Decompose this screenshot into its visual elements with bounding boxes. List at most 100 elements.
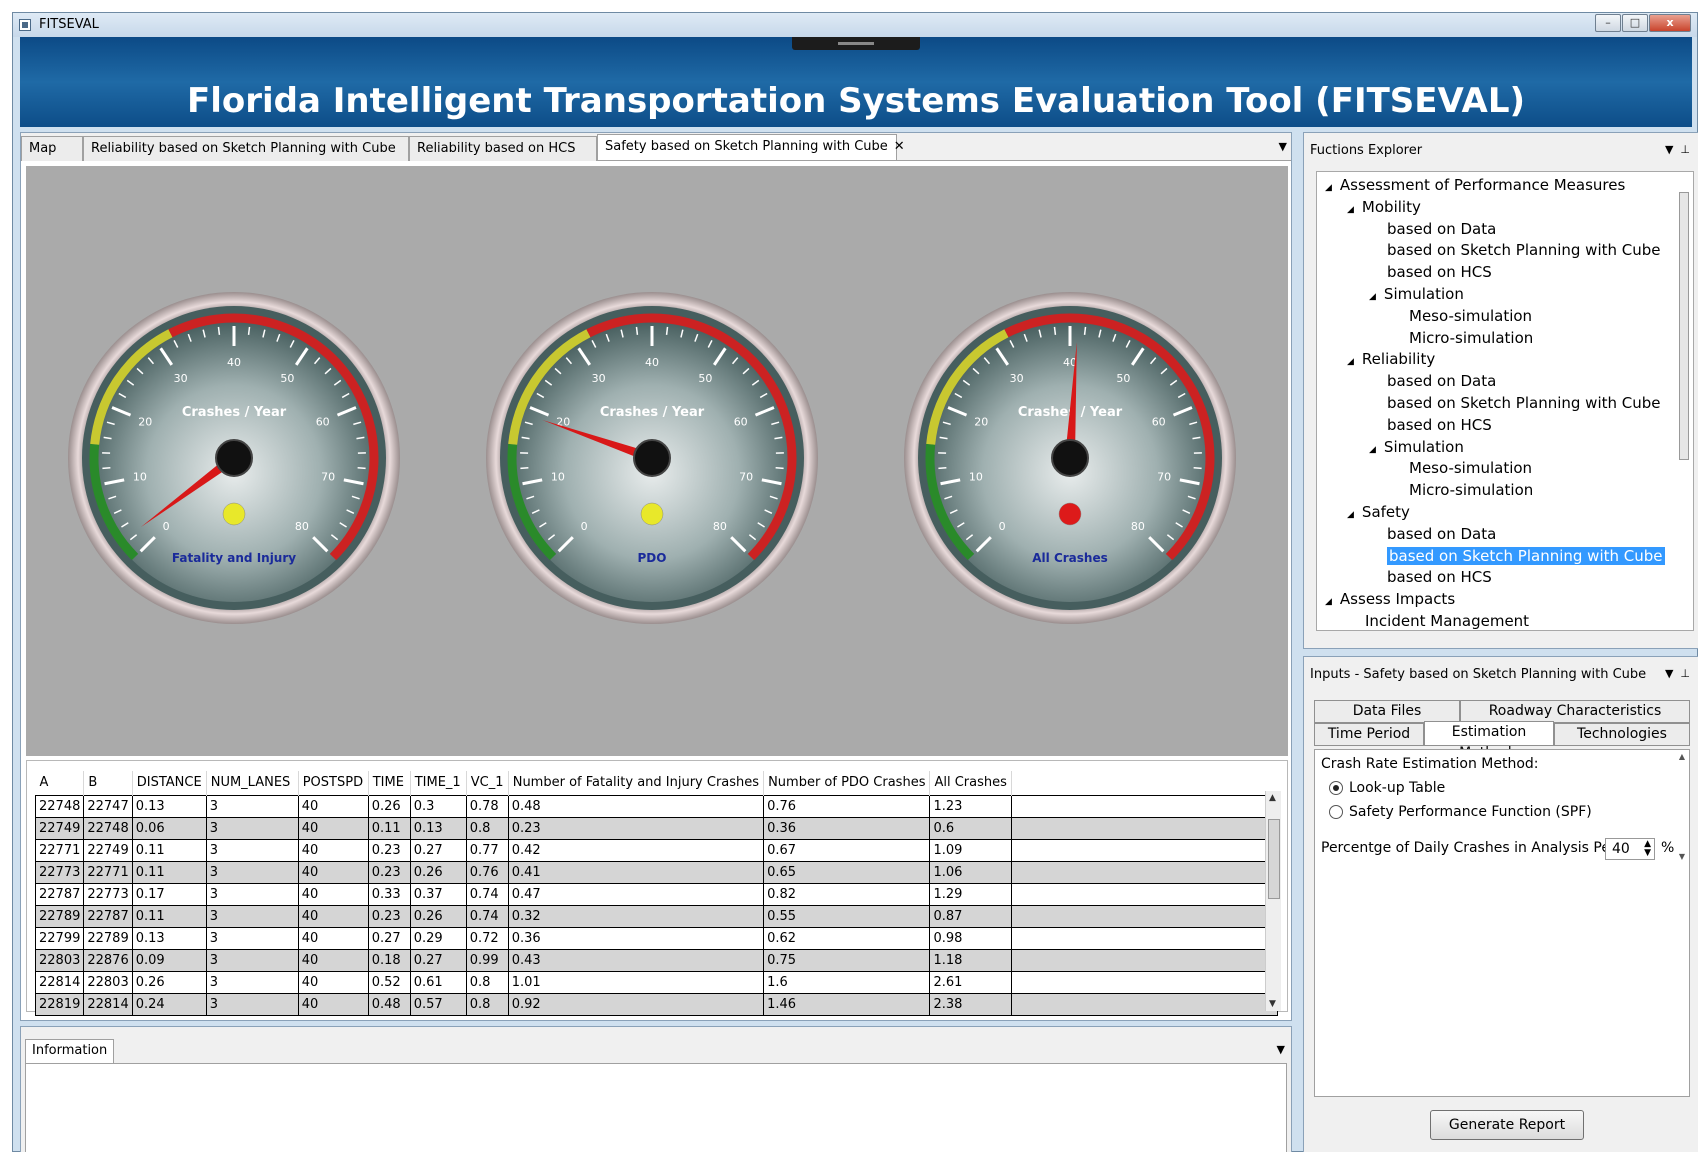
panel-dropdown-icon[interactable]: ▼: [1277, 1043, 1285, 1056]
tree-item[interactable]: based on Sketch Planning with Cube: [1387, 239, 1661, 261]
table-cell[interactable]: 3: [205, 992, 299, 1016]
table-cell[interactable]: 0.24: [131, 992, 207, 1016]
table-cell[interactable]: 0.26: [409, 904, 467, 928]
radio-button[interactable]: [1329, 781, 1343, 795]
table-cell[interactable]: 0.8: [465, 816, 509, 840]
table-cell[interactable]: 22787: [34, 882, 85, 906]
tab-information[interactable]: Information: [25, 1039, 115, 1063]
table-cell[interactable]: 40: [297, 926, 369, 950]
table-cell[interactable]: 0.09: [131, 948, 207, 972]
table-cell[interactable]: 3: [205, 926, 299, 950]
tree-item[interactable]: based on Data: [1387, 370, 1496, 392]
table-cell[interactable]: 22814: [83, 992, 133, 1016]
table-cell[interactable]: 22748: [34, 794, 85, 818]
table-cell[interactable]: 0.13: [131, 926, 207, 950]
table-cell[interactable]: 22814: [34, 970, 85, 994]
table-cell[interactable]: 0.74: [465, 882, 509, 906]
table-cell[interactable]: 1.6: [763, 970, 931, 994]
column-header[interactable]: Number of PDO Crashes: [763, 771, 931, 795]
table-cell[interactable]: 0.23: [367, 904, 411, 928]
scroll-thumb[interactable]: [1268, 819, 1280, 899]
table-cell[interactable]: 0.3: [409, 794, 467, 818]
table-cell[interactable]: 0.78: [465, 794, 509, 818]
expand-caret-icon[interactable]: ◢: [1347, 205, 1354, 215]
table-cell[interactable]: 22749: [83, 838, 133, 862]
table-cell[interactable]: 40: [297, 948, 369, 972]
tree-item[interactable]: based on HCS: [1387, 414, 1492, 436]
table-cell[interactable]: 22803: [34, 948, 85, 972]
radio-button[interactable]: [1329, 805, 1343, 819]
table-cell[interactable]: 3: [205, 882, 299, 906]
table-cell[interactable]: 0.18: [367, 948, 411, 972]
pin-icon[interactable]: ▼ ⊥: [1665, 667, 1690, 680]
table-cell[interactable]: 0.23: [367, 838, 411, 862]
table-cell[interactable]: 0.23: [367, 860, 411, 884]
table-cell[interactable]: 0.27: [409, 948, 467, 972]
table-row[interactable]: 22773 22771 0.11 3 40 0.23 0.26 0.76 0.41 0.65 1.0…: [34, 860, 1278, 884]
table-cell[interactable]: 0.82: [763, 882, 931, 906]
tree-item[interactable]: ◢ Mobility: [1347, 196, 1421, 218]
expand-caret-icon[interactable]: ◢: [1347, 510, 1354, 520]
table-cell[interactable]: 40: [297, 860, 369, 884]
table-scrollbar[interactable]: ▲ ▼: [1265, 791, 1281, 1011]
table-cell[interactable]: 0.29: [409, 926, 467, 950]
tab-data-files[interactable]: Data Files: [1314, 700, 1460, 723]
table-cell[interactable]: 2.38: [929, 992, 1012, 1016]
scroll-down-icon[interactable]: ▼: [1679, 852, 1685, 861]
table-cell[interactable]: 22771: [83, 860, 133, 884]
column-header[interactable]: A: [35, 771, 85, 795]
column-header[interactable]: Number of Fatality and Injury Crashes: [508, 771, 765, 795]
percent-stepper[interactable]: 40 ▲ ▼: [1605, 838, 1655, 860]
table-cell[interactable]: 22773: [83, 882, 133, 906]
table-row[interactable]: 22814 22803 0.26 3 40 0.52 0.61 0.8 1.01 1.6 2.61: [34, 970, 1278, 994]
tree-item[interactable]: ◢ Assess Impacts: [1325, 588, 1455, 610]
table-cell[interactable]: 0.11: [367, 816, 411, 840]
table-cell[interactable]: 1.46: [763, 992, 931, 1016]
tree-scrollbar[interactable]: [1677, 174, 1691, 628]
table-cell[interactable]: 0.11: [131, 838, 207, 862]
table-cell[interactable]: 0.13: [131, 794, 207, 818]
table-cell[interactable]: 0.8: [465, 970, 509, 994]
tree-item[interactable]: Micro-simulation: [1409, 479, 1533, 501]
minimize-button[interactable]: –: [1595, 14, 1621, 32]
table-cell[interactable]: 22748: [83, 816, 133, 840]
column-header[interactable]: DISTANCE: [132, 771, 207, 795]
table-cell[interactable]: 0.37: [409, 882, 467, 906]
tab-reliability-hcs[interactable]: Reliability based on HCS: [409, 136, 597, 161]
tab-time-period[interactable]: Time Period: [1314, 723, 1424, 746]
table-cell[interactable]: 1.29: [929, 882, 1012, 906]
table-row[interactable]: 22789 22787 0.11 3 40 0.23 0.26 0.74 0.32 0.55 0.8…: [34, 904, 1278, 928]
table-cell[interactable]: 0.6: [929, 816, 1012, 840]
stepper-arrows-icon[interactable]: ▲ ▼: [1644, 840, 1651, 858]
table-cell[interactable]: 0.74: [465, 904, 509, 928]
table-cell[interactable]: 3: [205, 970, 299, 994]
table-cell[interactable]: 0.98: [929, 926, 1012, 950]
table-cell[interactable]: 1.09: [929, 838, 1012, 862]
table-cell[interactable]: 0.75: [763, 948, 931, 972]
generate-report-button[interactable]: Generate Report: [1430, 1110, 1584, 1140]
tree-item[interactable]: ◢ Safety: [1347, 501, 1410, 523]
tab-map[interactable]: Map: [21, 136, 83, 161]
tab-technologies[interactable]: Technologies: [1554, 723, 1690, 746]
table-row[interactable]: 22803 22876 0.09 3 40 0.18 0.27 0.99 0.43 0.75 1.1…: [34, 948, 1278, 972]
table-cell[interactable]: 0.48: [507, 794, 765, 818]
tree-item[interactable]: based on HCS: [1387, 566, 1492, 588]
expand-caret-icon[interactable]: ◢: [1325, 597, 1332, 607]
drag-handle[interactable]: [792, 37, 920, 50]
tree-item[interactable]: Incident Management: [1365, 610, 1529, 630]
table-row[interactable]: 22749 22748 0.06 3 40 0.11 0.13 0.8 0.23 0.36 0.6: [34, 816, 1278, 840]
table-cell[interactable]: 1.23: [929, 794, 1012, 818]
expand-caret-icon[interactable]: ◢: [1369, 445, 1376, 455]
tab-list-dropdown-icon[interactable]: ▼: [1279, 140, 1287, 153]
table-cell[interactable]: 0.76: [763, 794, 931, 818]
column-header[interactable]: POSTSPD: [298, 771, 369, 795]
column-header[interactable]: NUM_LANES: [206, 771, 299, 795]
table-cell[interactable]: 0.48: [367, 992, 411, 1016]
table-cell[interactable]: 3: [205, 904, 299, 928]
tree-item[interactable]: Micro-simulation: [1409, 327, 1533, 349]
table-cell[interactable]: 40: [297, 816, 369, 840]
expand-caret-icon[interactable]: ◢: [1347, 357, 1354, 367]
tree-item[interactable]: Meso-simulation: [1409, 457, 1532, 479]
table-cell[interactable]: 0.67: [763, 838, 931, 862]
table-cell[interactable]: 40: [297, 992, 369, 1016]
